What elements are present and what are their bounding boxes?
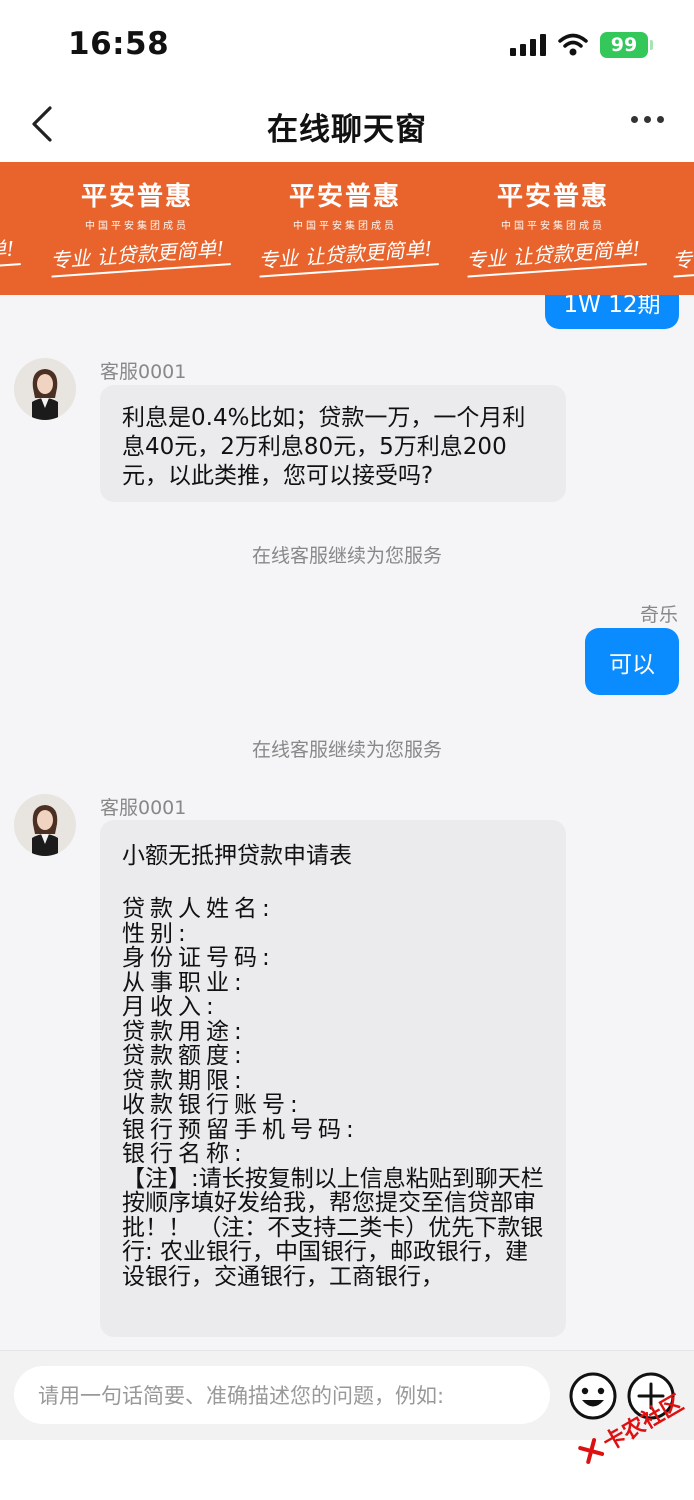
sender-name: 客服0001 [100, 361, 187, 383]
status-bar: 16:58 99 [0, 0, 694, 92]
form-field: 贷款用途: [122, 1018, 247, 1045]
message-bubble-outgoing[interactable]: 可以 [585, 628, 679, 695]
input-bar: 请用一句话简要、准确描述您的问题，例如: [0, 1350, 694, 1440]
banner-brand-block: 平安普惠 中国平安集团成员 [52, 176, 222, 232]
banner-brand-block: 平安普惠 中国平安集团成员 [468, 176, 638, 232]
battery-icon: 99 [600, 32, 653, 58]
status-time: 16:58 [68, 26, 170, 62]
form-field: 银行名称: [122, 1141, 247, 1167]
promo-banner[interactable]: 平安普惠 中国平安集团成员 平安普惠 中国平安集团成员 平安普惠 中国平安集团成… [0, 162, 694, 295]
cellular-signal-icon [510, 34, 546, 56]
form-field: 性别: [122, 920, 191, 947]
nav-bar: 在线聊天窗 [0, 92, 694, 162]
form-field: 贷款期限: [122, 1067, 247, 1094]
chat-area[interactable]: 1W 12期 客服0001 利息是0.4%比如；贷款一万，一个月利息40元，2万… [0, 295, 694, 1350]
sender-name: 客服0001 [100, 797, 187, 819]
message-text: 1W 12期 [563, 295, 661, 318]
message-text: 可以 [609, 651, 655, 678]
message-bubble-incoming[interactable]: 利息是0.4%比如；贷款一万，一个月利息40元，2万利息80元，5万利息200元… [100, 385, 566, 502]
form-field: 从事职业: [122, 969, 247, 996]
message-input[interactable]: 请用一句话简要、准确描述您的问题，例如: [14, 1366, 550, 1424]
agent-avatar[interactable] [14, 358, 76, 420]
banner-subtitle: 中国平安集团成员 [85, 221, 189, 232]
banner-brand-block: 平安普惠 中国平安集团成员 [260, 176, 430, 232]
banner-slogan: 专业 让贷款更简单! [465, 231, 657, 273]
banner-brand: 平安普惠 [288, 182, 401, 212]
form-note: 【注】:请长按复制以上信息粘贴到聊天栏按顺序填好发给我，帮您提交至信贷部审批！！… [122, 1165, 544, 1290]
banner-slogan: 专业 让贷款更简单! [49, 231, 241, 273]
message-bubble-incoming[interactable]: 小额无抵押贷款申请表 贷款人姓名: 性别: 身份证号码: 从事职业: 月收入: … [100, 820, 566, 1337]
form-field: 贷款额度: [122, 1043, 247, 1069]
banner-subtitle: 中国平安集团成员 [293, 221, 397, 232]
status-icons: 99 [510, 30, 653, 60]
form-field: 身份证号码: [122, 945, 275, 971]
form-field: 月收入: [122, 994, 219, 1020]
banner-slogan: 专业 让贷款更简单! [671, 231, 694, 273]
form-title: 小额无抵押贷款申请表 [122, 843, 352, 869]
system-notice: 在线客服继续为您服务 [251, 545, 442, 567]
more-options-icon[interactable] [631, 116, 664, 123]
user-name: 奇乐 [639, 604, 678, 626]
emoji-icon[interactable] [568, 1371, 618, 1421]
system-notice: 在线客服继续为您服务 [251, 739, 442, 761]
message-bubble-outgoing[interactable]: 1W 12期 [545, 295, 679, 329]
page-title: 在线聊天窗 [267, 112, 427, 148]
banner-brand: 平安普惠 [80, 182, 193, 212]
wifi-icon [558, 33, 588, 56]
banner-slogan: 专业 让贷款更简单! [0, 231, 31, 273]
agent-avatar[interactable] [14, 794, 76, 856]
banner-subtitle: 中国平安集团成员 [501, 221, 605, 232]
form-field: 银行预留手机号码: [122, 1116, 359, 1143]
banner-brand: 平安普惠 [496, 182, 609, 212]
banner-slogan: 专业 让贷款更简单! [257, 231, 449, 273]
message-text: 利息是0.4%比如；贷款一万，一个月利息40元，2万利息80元，5万利息200元… [122, 405, 526, 489]
form-field: 收款银行账号: [122, 1092, 303, 1118]
form-field: 贷款人姓名: [122, 896, 275, 922]
